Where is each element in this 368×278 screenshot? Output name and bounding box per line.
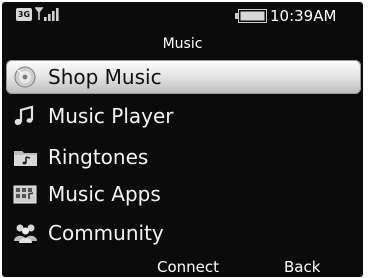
community-icon <box>14 224 37 243</box>
clock: 10:39AM <box>270 7 337 25</box>
connect-softkey[interactable]: Connect <box>157 257 219 277</box>
menu-item-music-apps[interactable]: Music Apps <box>6 177 361 211</box>
apps-icon <box>13 185 37 204</box>
menu-item-label: Community <box>48 221 164 245</box>
menu-item-label: Music Apps <box>48 182 161 206</box>
status-bar: 3G 10:39AM <box>2 2 363 32</box>
menu-item-label: Ringtones <box>48 145 149 169</box>
music-note-icon <box>14 105 34 126</box>
phone-screen: 3G 10:39AM Music Shop Music Music Player… <box>2 2 363 277</box>
back-softkey[interactable]: Back <box>284 257 320 277</box>
battery-icon <box>235 9 267 23</box>
menu-item-shop-music[interactable]: Shop Music <box>6 60 361 94</box>
cd-icon <box>14 66 36 88</box>
menu-item-label: Music Player <box>48 104 174 128</box>
screen-title: Music <box>162 36 203 52</box>
menu-item-label: Shop Music <box>48 65 162 89</box>
network-type-badge: 3G <box>16 8 32 21</box>
menu-item-music-player[interactable]: Music Player <box>6 99 361 133</box>
softkey-bar: Connect Back <box>2 257 363 277</box>
menu-item-ringtones[interactable]: Ringtones <box>6 140 361 174</box>
menu-item-community[interactable]: Community <box>6 216 361 250</box>
ringtone-folder-icon <box>14 151 37 166</box>
signal-icon <box>35 7 59 21</box>
